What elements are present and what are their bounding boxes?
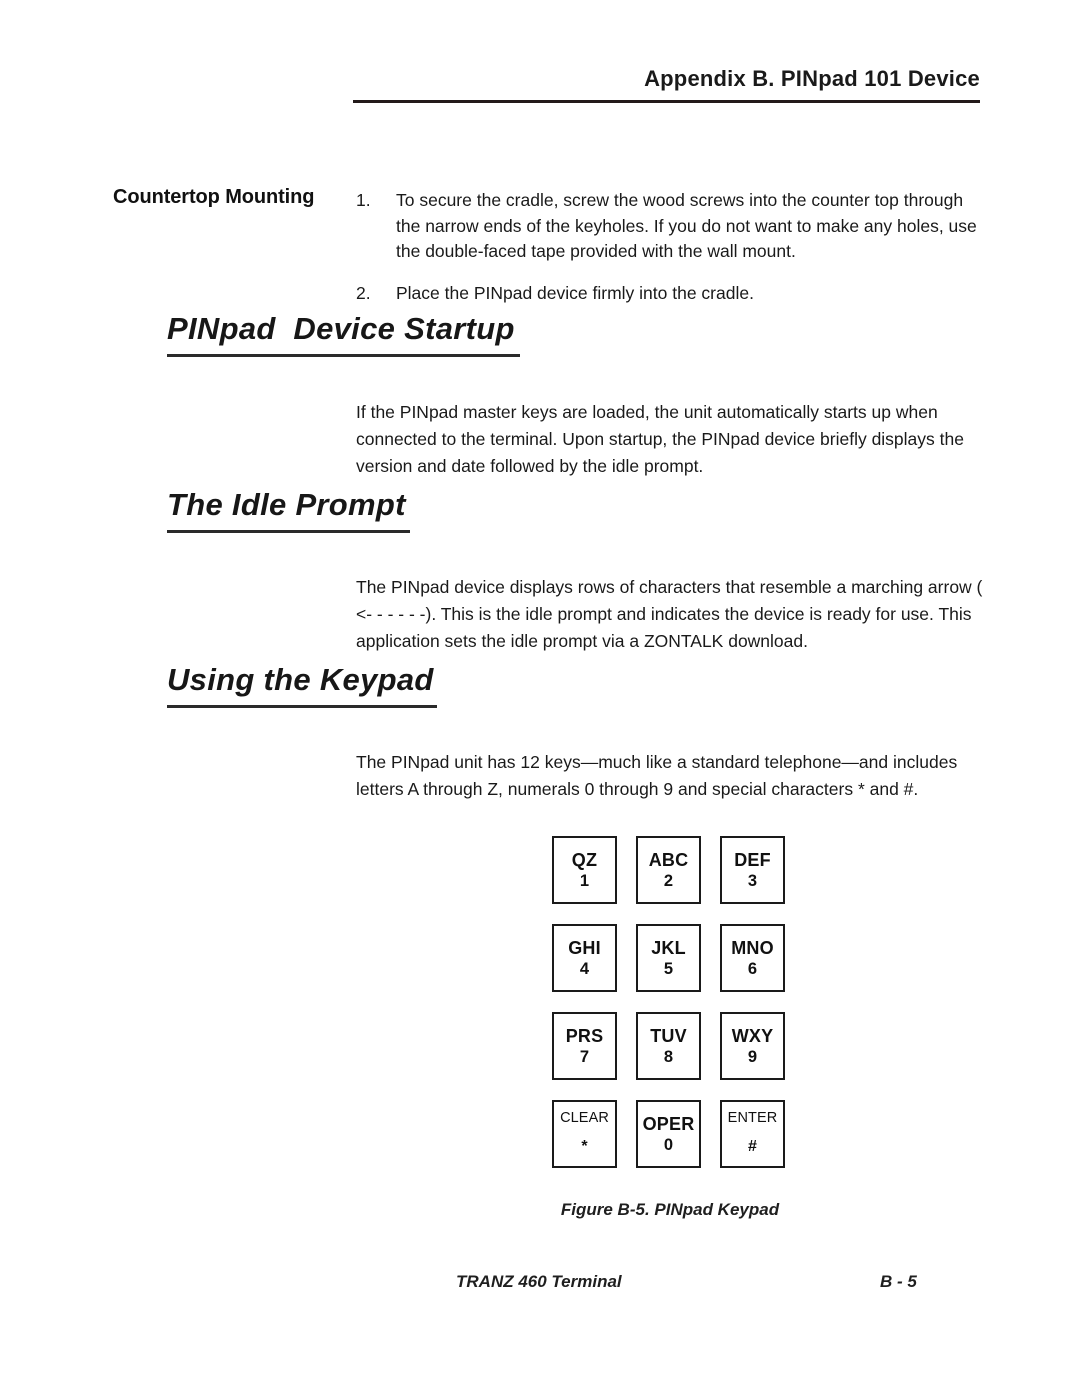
key-letters: DEF xyxy=(734,849,771,870)
section-title: Using the Keypad xyxy=(167,662,434,697)
key-1[interactable]: QZ 1 xyxy=(552,836,617,904)
list-item-text: Place the PINpad device firmly into the … xyxy=(396,282,754,303)
key-digit: 1 xyxy=(579,871,590,890)
key-5[interactable]: JKL 5 xyxy=(636,924,701,992)
footer-page-number: B - 5 xyxy=(880,1272,917,1291)
countertop-mounting-steps: 1. To secure the cradle, screw the wood … xyxy=(356,188,981,322)
list-item: 2. Place the PINpad device firmly into t… xyxy=(356,281,981,307)
key-enter[interactable]: ENTER # xyxy=(720,1100,785,1168)
key-digit: # xyxy=(748,1138,757,1155)
key-3[interactable]: DEF 3 xyxy=(720,836,785,904)
key-letters: WXY xyxy=(731,1025,774,1046)
key-letters: PRS xyxy=(565,1025,604,1046)
key-letters: OPER xyxy=(642,1113,695,1134)
key-digit: 8 xyxy=(663,1047,674,1066)
section-title: The Idle Prompt xyxy=(167,487,406,522)
key-digit: 0 xyxy=(663,1135,674,1154)
section-heading-pinpad-device-startup: PINpad Device Startup xyxy=(167,311,520,357)
list-item-number: 1. xyxy=(356,190,371,210)
key-letters: CLEAR xyxy=(560,1110,609,1126)
list-item: 1. To secure the cradle, screw the wood … xyxy=(356,188,981,265)
section-body-pinpad-device-startup: If the PINpad master keys are loaded, th… xyxy=(356,402,964,476)
key-letters: MNO xyxy=(731,937,774,958)
list-item-number: 2. xyxy=(356,282,371,303)
section-heading-using-the-keypad: Using the Keypad xyxy=(167,662,437,708)
key-digit: 5 xyxy=(663,959,674,978)
key-letters: JKL xyxy=(651,937,686,958)
key-4[interactable]: GHI 4 xyxy=(552,924,617,992)
document-page: Appendix B. PINpad 101 Device Countertop… xyxy=(0,0,1080,1397)
keypad-row: GHI 4 JKL 5 MNO 6 xyxy=(552,924,787,992)
pinpad-keypad-figure: QZ 1 ABC 2 DEF 3 GHI 4 JKL 5 MNO 6 PRS 7… xyxy=(552,836,787,1188)
key-clear[interactable]: CLEAR * xyxy=(552,1100,617,1168)
section-divider xyxy=(167,705,437,708)
countertop-mounting-label: Countertop Mounting xyxy=(113,186,315,208)
keypad-row: CLEAR * OPER 0 ENTER # xyxy=(552,1100,787,1168)
key-2[interactable]: ABC 2 xyxy=(636,836,701,904)
key-letters: QZ xyxy=(571,849,598,870)
key-9[interactable]: WXY 9 xyxy=(720,1012,785,1080)
key-digit: * xyxy=(581,1138,588,1155)
section-heading-the-idle-prompt: The Idle Prompt xyxy=(167,487,410,533)
keypad-row: QZ 1 ABC 2 DEF 3 xyxy=(552,836,787,904)
key-digit: 9 xyxy=(747,1047,758,1066)
key-letters: ENTER xyxy=(727,1110,778,1126)
key-digit: 7 xyxy=(579,1047,590,1066)
key-8[interactable]: TUV 8 xyxy=(636,1012,701,1080)
section-body-the-idle-prompt: The PINpad device displays rows of chara… xyxy=(356,577,983,651)
section-divider xyxy=(167,354,520,357)
key-7[interactable]: PRS 7 xyxy=(552,1012,617,1080)
list-item-text: To secure the cradle, screw the wood scr… xyxy=(396,190,977,261)
key-digit: 2 xyxy=(663,871,674,890)
section-divider xyxy=(167,530,410,533)
page-header-title: Appendix B. PINpad 101 Device xyxy=(644,66,980,91)
key-digit: 6 xyxy=(747,959,758,978)
key-digit: 4 xyxy=(579,959,590,978)
key-oper[interactable]: OPER 0 xyxy=(636,1100,701,1168)
key-letters: ABC xyxy=(648,849,689,870)
key-6[interactable]: MNO 6 xyxy=(720,924,785,992)
section-title: PINpad Device Startup xyxy=(167,311,515,346)
header-divider xyxy=(353,100,980,103)
section-body-using-the-keypad: The PINpad unit has 12 keys—much like a … xyxy=(356,752,958,799)
figure-caption: Figure B-5. PINpad Keypad xyxy=(560,1200,780,1219)
key-letters: GHI xyxy=(568,937,601,958)
key-digit: 3 xyxy=(747,871,758,890)
keypad-row: PRS 7 TUV 8 WXY 9 xyxy=(552,1012,787,1080)
key-letters: TUV xyxy=(650,1025,687,1046)
footer-document-title: TRANZ 460 Terminal xyxy=(456,1272,622,1291)
